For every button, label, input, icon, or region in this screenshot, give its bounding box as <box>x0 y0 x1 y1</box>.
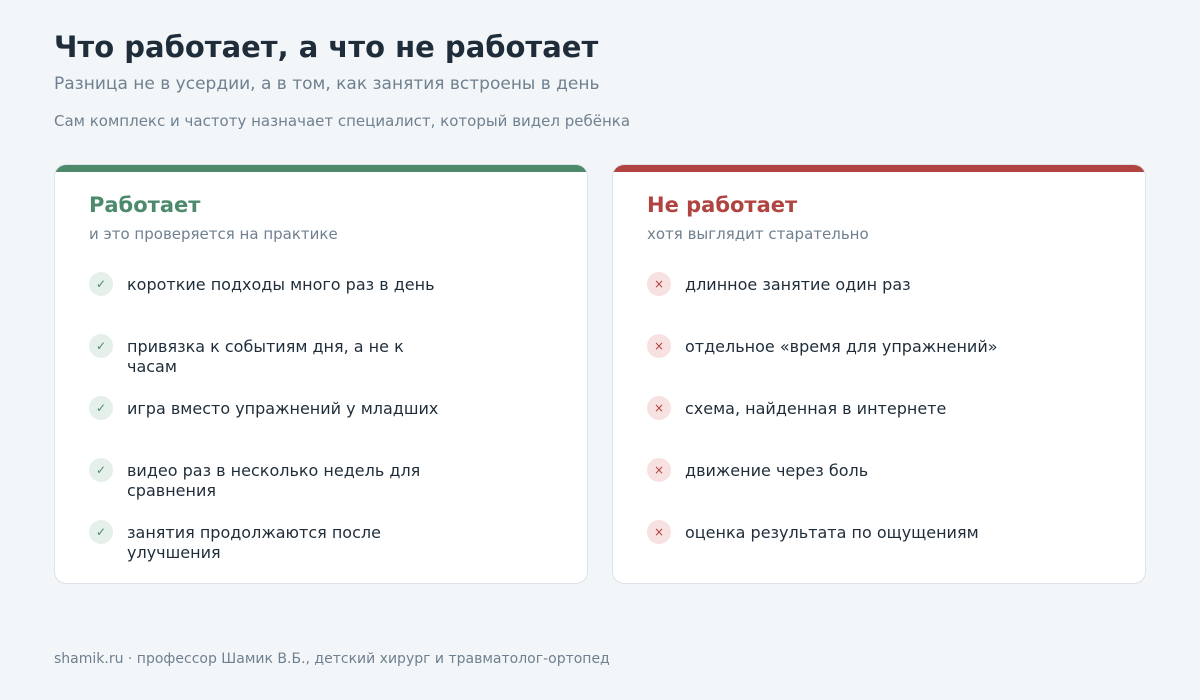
list-item: × отдельное «время для упражнений» <box>647 334 1117 396</box>
list-item: ✓ привязка к событиям дня, а не к часам <box>89 334 559 396</box>
list-item: ✓ занятия продолжаются после улучшения <box>89 520 559 582</box>
works-card: Работает и это проверяется на практике ✓… <box>54 164 588 584</box>
page: Что работает, а что не работает Разница … <box>0 0 1200 700</box>
list-item: × длинное занятие один раз <box>647 272 1117 334</box>
fails-subtitle: хотя выглядит старательно <box>647 225 869 243</box>
list-item-text: схема, найденная в интернете <box>685 399 947 418</box>
list-item-text: длинное занятие один раз <box>685 275 911 294</box>
list-item: ✓ видео раз в несколько недель для сравн… <box>89 458 559 520</box>
list-item: × движение через боль <box>647 458 1117 520</box>
works-subtitle: и это проверяется на практике <box>89 225 338 243</box>
page-title: Что работает, а что не работает <box>54 30 599 64</box>
list-item-text: оценка результата по ощущениям <box>685 523 979 542</box>
check-icon: ✓ <box>89 272 113 296</box>
list-item-text: занятия продолжаются после улучшения <box>127 523 381 562</box>
list-item-text: отдельное «время для упражнений» <box>685 337 998 356</box>
works-list: ✓ короткие подходы много раз в день ✓ пр… <box>89 272 559 582</box>
cross-icon: × <box>647 334 671 358</box>
footer-credit: shamik.ru · профессор Шамик В.Б., детски… <box>54 651 610 667</box>
check-icon: ✓ <box>89 520 113 544</box>
list-item-text: видео раз в несколько недель для сравнен… <box>127 461 421 500</box>
fails-title: Не работает <box>647 193 798 217</box>
list-item-text: привязка к событиям дня, а не к часам <box>127 337 404 376</box>
list-item: × схема, найденная в интернете <box>647 396 1117 458</box>
cross-icon: × <box>647 272 671 296</box>
check-icon: ✓ <box>89 334 113 358</box>
cross-icon: × <box>647 396 671 420</box>
fails-list: × длинное занятие один раз × отдельное «… <box>647 272 1117 582</box>
fails-accent-bar <box>613 165 1145 172</box>
list-item: ✓ короткие подходы много раз в день <box>89 272 559 334</box>
page-note: Сам комплекс и частоту назначает специал… <box>54 112 631 130</box>
list-item: ✓ игра вместо упражнений у младших <box>89 396 559 458</box>
list-item-text: игра вместо упражнений у младших <box>127 399 439 418</box>
fails-card: Не работает хотя выглядит старательно × … <box>612 164 1146 584</box>
check-icon: ✓ <box>89 458 113 482</box>
page-subtitle: Разница не в усердии, а в том, как занят… <box>54 74 600 94</box>
list-item-text: движение через боль <box>685 461 869 480</box>
cross-icon: × <box>647 458 671 482</box>
list-item: × оценка результата по ощущениям <box>647 520 1117 582</box>
works-title: Работает <box>89 193 201 217</box>
works-accent-bar <box>55 165 587 172</box>
cross-icon: × <box>647 520 671 544</box>
list-item-text: короткие подходы много раз в день <box>127 275 435 294</box>
check-icon: ✓ <box>89 396 113 420</box>
